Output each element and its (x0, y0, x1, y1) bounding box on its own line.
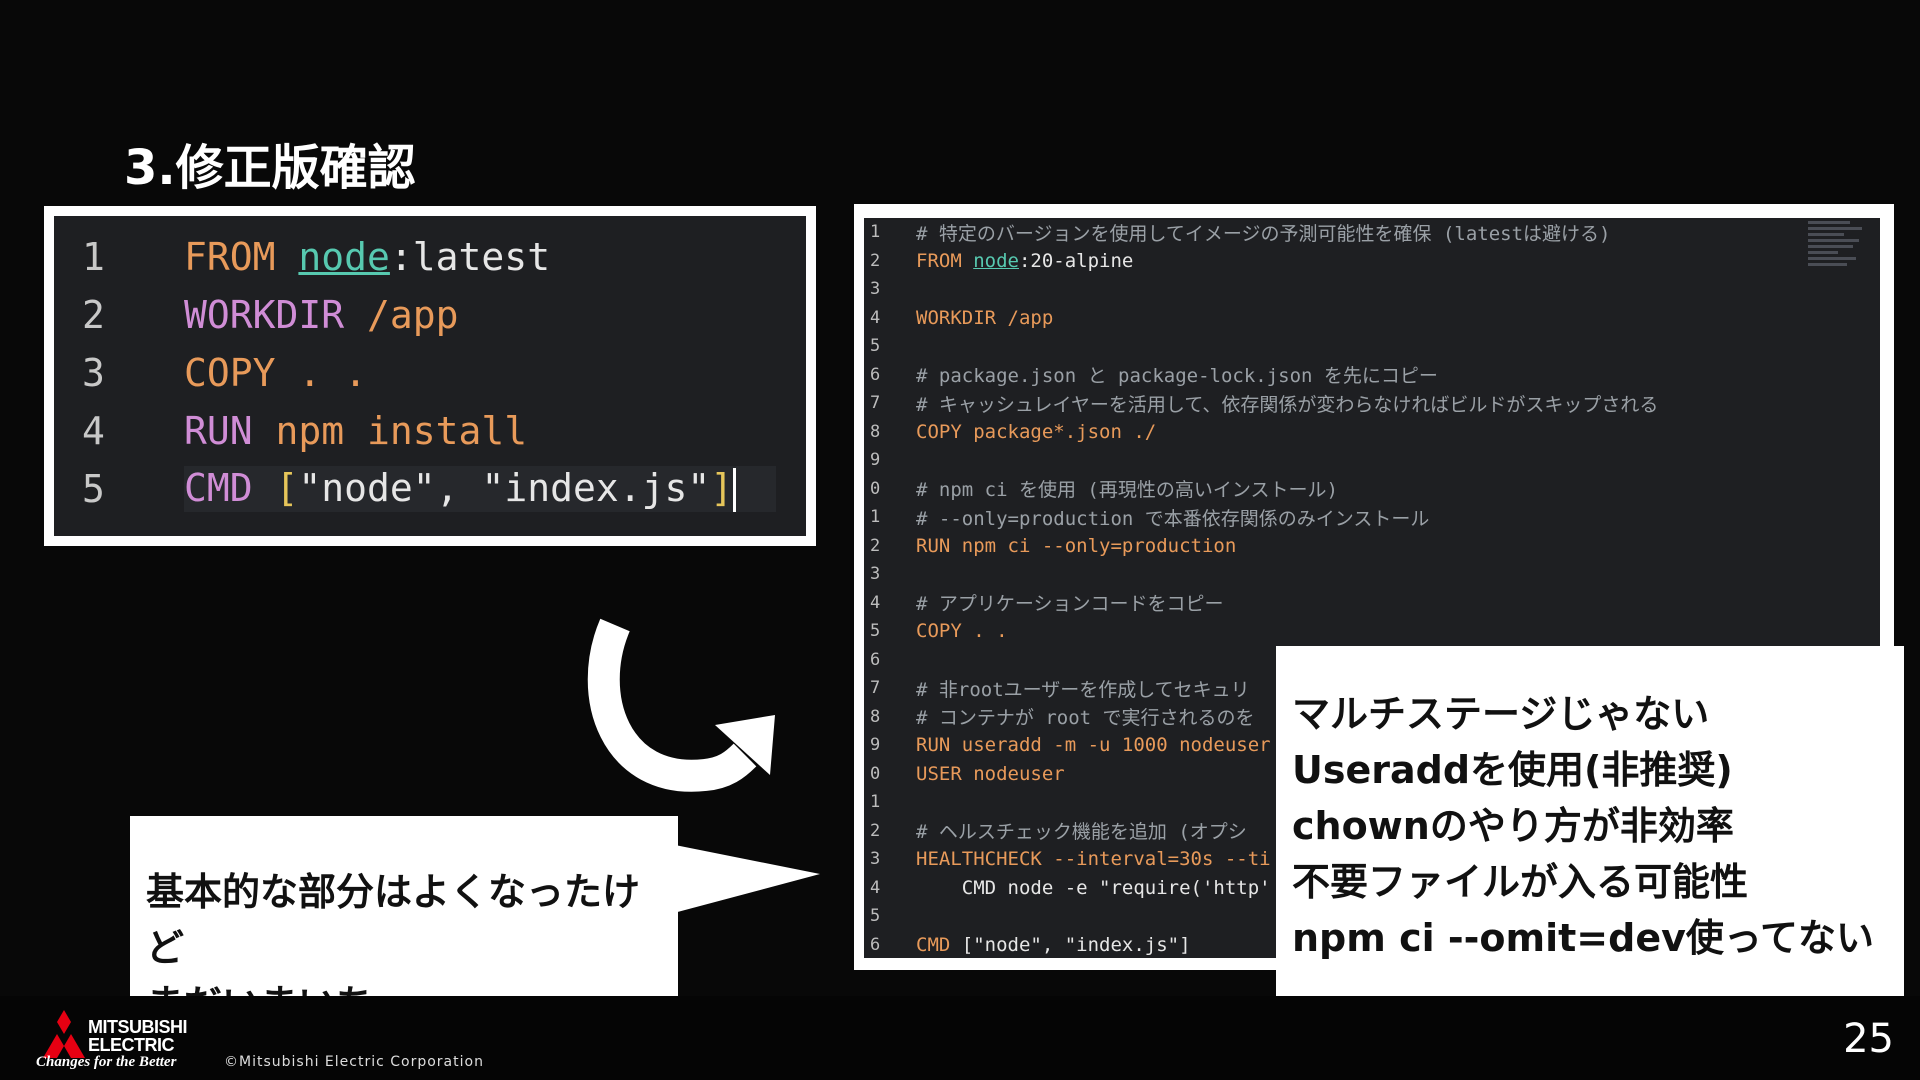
line-number: 1 (870, 222, 881, 243)
line-number: 4 (870, 307, 881, 328)
line-number: 7 (870, 393, 881, 414)
line-number: 2 (870, 820, 881, 841)
code-text: # 特定のバージョンを使用してイメージの予測可能性を確保 (latestは避ける… (916, 222, 1611, 245)
code-text: RUN npm install (184, 409, 528, 453)
line-number: 9 (870, 450, 881, 471)
editor-minimap[interactable] (1808, 218, 1868, 288)
code-line: 0 # npm ci を使用 (再現性の高いインストール) (864, 475, 1880, 504)
line-number: 3 (82, 351, 105, 395)
code-line: 6 # package.json と package-lock.json を先にコ… (864, 361, 1880, 390)
code-text: CMD ["node", "index.js"] (184, 465, 777, 513)
code-line: 3 (864, 560, 1880, 589)
original-dockerfile-panel: 1 FROM node:latest 2 WORKDIR /app 3 COPY… (44, 206, 816, 546)
text-cursor (733, 468, 737, 513)
code-text: CMD node -e "require('http' (916, 876, 1271, 899)
slide-title: 3.修正版確認 (124, 140, 416, 196)
code-line: 1 FROM node:latest (54, 228, 806, 286)
line-number: 6 (870, 649, 881, 670)
code-text: WORKDIR /app (916, 306, 1054, 329)
code-text: USER nodeuser (916, 762, 1065, 785)
issue-item: chownのやり方が非効率 (1292, 804, 1734, 848)
line-number: 9 (870, 735, 881, 756)
code-line: 4 # アプリケーションコードをコピー (864, 589, 1880, 618)
line-number: 2 (82, 293, 105, 337)
code-line: 8 COPY package*.json ./ (864, 418, 1880, 447)
code-line: 3 (864, 275, 1880, 304)
code-text: # アプリケーションコードをコピー (916, 593, 1224, 616)
line-number: 5 (870, 621, 881, 642)
line-number: 5 (870, 336, 881, 357)
code-text: WORKDIR /app (184, 293, 459, 337)
line-number: 6 (870, 364, 881, 385)
code-line: 3 COPY . . (54, 344, 806, 402)
code-text: HEALTHCHECK --interval=30s --ti (916, 848, 1271, 871)
code-text: FROM node:20-alpine (916, 249, 1134, 272)
code-line-active[interactable]: 5 CMD ["node", "index.js"] (54, 460, 806, 518)
code-line: 2 FROM node:20-alpine (864, 247, 1880, 276)
issue-item: マルチステージじゃない (1292, 692, 1710, 736)
issues-note: マルチステージじゃない Useraddを使用(非推奨) chownのやり方が非効… (1276, 646, 1904, 998)
line-number: 1 (82, 235, 105, 279)
line-number: 6 (870, 934, 881, 955)
line-number: 2 (870, 535, 881, 556)
code-line: 4 RUN npm install (54, 402, 806, 460)
code-text: # 非rootユーザーを作成してセキュリ (916, 678, 1250, 701)
line-number: 4 (870, 592, 881, 613)
code-line: 5 COPY . . (864, 617, 1880, 646)
line-number: 0 (870, 478, 881, 499)
line-number: 5 (82, 467, 105, 511)
code-text: # ヘルスチェック機能を追加 (オプシ (916, 821, 1247, 844)
code-text: FROM node:latest (184, 235, 551, 279)
code-text: # npm ci を使用 (再現性の高いインストール) (916, 479, 1338, 502)
line-number: 3 (870, 279, 881, 300)
code-text: COPY . . (184, 351, 368, 395)
bubble-line: 基本的な部分はよくなったけど (146, 870, 641, 970)
code-line: 1 # 特定のバージョンを使用してイメージの予測可能性を確保 (latestは避け… (864, 218, 1880, 247)
code-text: # package.json と package-lock.json を先にコピ… (916, 365, 1438, 388)
line-number: 3 (870, 849, 881, 870)
code-line: 1 # --only=production で本番依存関係のみインストール (864, 503, 1880, 532)
code-text: COPY . . (916, 620, 1008, 643)
speech-bubble-tail (670, 844, 820, 914)
line-number: 7 (870, 678, 881, 699)
code-text: # キャッシュレイヤーを活用して、依存関係が変わらなければビルドがスキップされる (916, 393, 1659, 416)
brand-tagline: Changes for the Better (36, 1054, 177, 1070)
line-number: 8 (870, 706, 881, 727)
code-line: 5 (864, 332, 1880, 361)
line-number: 3 (870, 564, 881, 585)
code-text: RUN useradd -m -u 1000 nodeuser (916, 734, 1271, 757)
line-number: 8 (870, 421, 881, 442)
code-line: 9 (864, 446, 1880, 475)
code-line: 4 WORKDIR /app (864, 304, 1880, 333)
line-number: 0 (870, 763, 881, 784)
code-text: # --only=production で本番依存関係のみインストール (916, 507, 1430, 530)
mitsubishi-logo-icon (43, 1010, 85, 1058)
page-number: 25 (1843, 1016, 1894, 1062)
line-number: 4 (82, 409, 105, 453)
line-number: 4 (870, 877, 881, 898)
code-line: 2 RUN npm ci --only=production (864, 532, 1880, 561)
code-text: CMD ["node", "index.js"] (916, 933, 1191, 956)
brand-name: MITSUBISHI ELECTRIC (88, 1017, 188, 1055)
issue-item: 不要ファイルが入る可能性 (1292, 860, 1749, 904)
issue-item: Useraddを使用(非推奨) (1292, 748, 1733, 792)
code-line: 7 # キャッシュレイヤーを活用して、依存関係が変わらなければビルドがスキップされ… (864, 389, 1880, 418)
curved-arrow-icon (587, 618, 775, 792)
code-text: COPY package*.json ./ (916, 420, 1157, 443)
line-number: 2 (870, 250, 881, 271)
copyright-text: ©Mitsubishi Electric Corporation (224, 1054, 484, 1070)
line-number: 1 (870, 507, 881, 528)
line-number: 1 (870, 792, 881, 813)
original-dockerfile-editor: 1 FROM node:latest 2 WORKDIR /app 3 COPY… (54, 216, 806, 536)
issue-item: npm ci --omit=dev使ってない (1292, 916, 1874, 960)
line-number: 5 (870, 906, 881, 927)
code-line: 2 WORKDIR /app (54, 286, 806, 344)
code-text: RUN npm ci --only=production (916, 534, 1237, 557)
code-text: # コンテナが root で実行されるのを (916, 707, 1255, 730)
